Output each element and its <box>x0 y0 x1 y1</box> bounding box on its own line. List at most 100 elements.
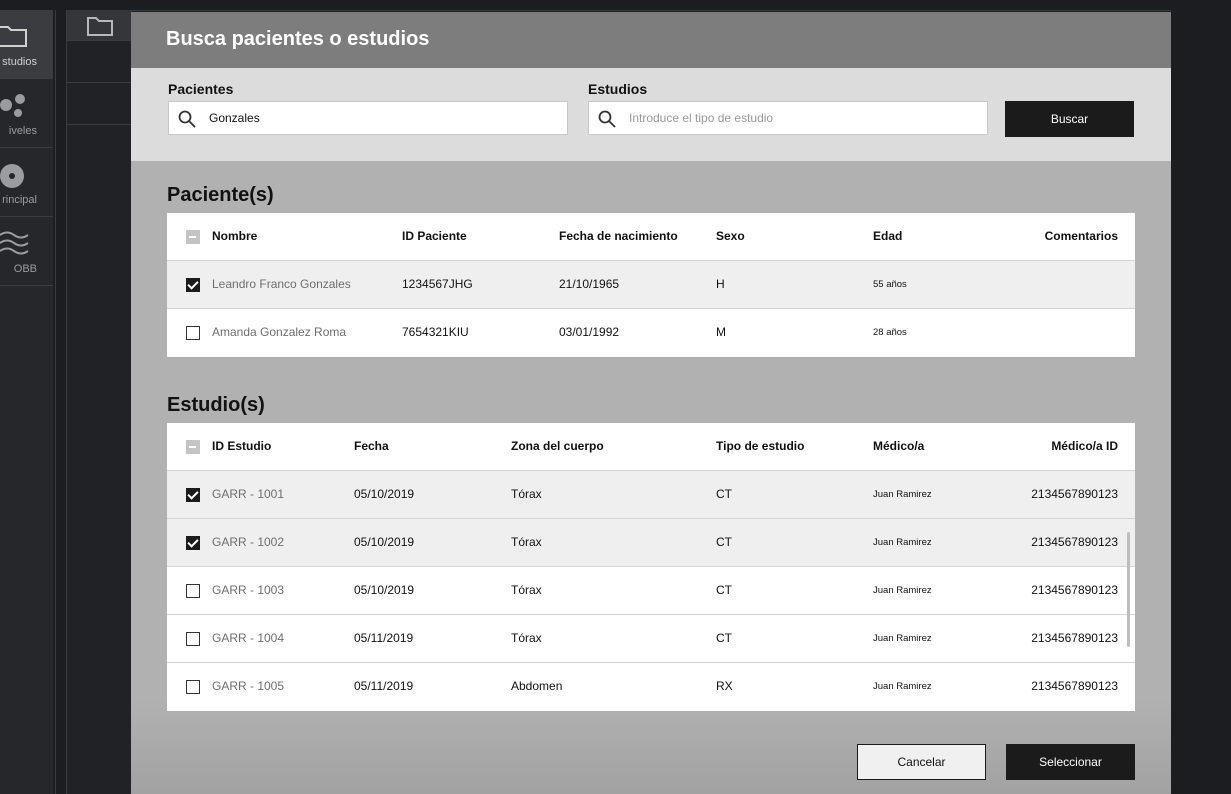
study-id: GARR - 1003 <box>212 583 285 597</box>
patients-label: Pacientes <box>168 81 234 97</box>
table-row[interactable]: GARR - 1002 05/10/2019 Tórax CT Juan Ram… <box>167 519 1135 567</box>
studies-search-box[interactable] <box>588 101 988 135</box>
search-icon <box>598 110 616 128</box>
studies-label: Estudios <box>588 81 648 97</box>
secondary-panel <box>66 10 132 794</box>
rail-item-label: studios <box>2 56 37 68</box>
column-header[interactable]: Médico/a ID <box>967 423 1118 470</box>
patient-name: Amanda Gonzalez Roma <box>212 325 347 339</box>
rail-item-label: iveles <box>8 125 37 137</box>
study-zone: Tórax <box>511 535 542 549</box>
row-checkbox[interactable] <box>186 632 200 646</box>
rail-item-principal[interactable]: rincipal <box>0 148 53 217</box>
patients-search-box[interactable] <box>168 101 568 135</box>
study-zone: Tórax <box>511 631 542 645</box>
divider <box>55 10 56 794</box>
table-row[interactable]: GARR - 1003 05/10/2019 Tórax CT Juan Ram… <box>167 567 1135 615</box>
study-type: RX <box>716 679 733 693</box>
column-header[interactable]: Sexo <box>716 213 745 260</box>
column-header[interactable]: Tipo de estudio <box>716 423 804 470</box>
panel-tab[interactable] <box>67 10 132 40</box>
table-row[interactable]: GARR - 1001 05/10/2019 Tórax CT Juan Ram… <box>167 471 1135 519</box>
column-header[interactable]: Comentarios <box>967 213 1118 260</box>
study-doctor-id: 2134567890123 <box>1031 679 1118 693</box>
rail-item-estudios[interactable]: studios <box>0 10 53 79</box>
waves-icon <box>0 231 29 255</box>
studies-search-input[interactable] <box>629 102 969 134</box>
row-checkbox[interactable] <box>186 536 200 550</box>
study-doctor-id: 2134567890123 <box>1031 583 1118 597</box>
select-button[interactable]: Seleccionar <box>1006 744 1135 780</box>
column-header[interactable]: ID Paciente <box>402 213 467 260</box>
table-row[interactable]: GARR - 1004 05/11/2019 Tórax CT Juan Ram… <box>167 615 1135 663</box>
column-header[interactable]: Edad <box>873 213 902 260</box>
column-header[interactable]: Fecha <box>354 423 389 470</box>
study-type: CT <box>716 631 732 645</box>
study-date: 05/11/2019 <box>354 679 414 693</box>
table-row[interactable]: GARR - 1005 05/11/2019 Abdomen RX Juan R… <box>167 663 1135 711</box>
select-all-checkbox[interactable] <box>186 440 200 454</box>
rail-item-label: rincipal <box>2 194 37 206</box>
study-doctor: Juan Ramirez <box>873 537 932 548</box>
panel-row <box>67 40 132 83</box>
row-checkbox[interactable] <box>186 680 200 694</box>
dots-icon <box>0 94 25 117</box>
search-button[interactable]: Buscar <box>1005 101 1134 137</box>
folder-icon <box>0 26 27 47</box>
study-doctor-id: 2134567890123 <box>1031 535 1118 549</box>
study-zone: Tórax <box>511 583 542 597</box>
studies-scrollbar[interactable] <box>1127 532 1130 647</box>
row-checkbox[interactable] <box>186 488 200 502</box>
table-header: Nombre ID Paciente Fecha de nacimiento S… <box>167 213 1135 261</box>
row-checkbox[interactable] <box>186 584 200 598</box>
study-id: GARR - 1005 <box>212 679 285 693</box>
patients-table: Nombre ID Paciente Fecha de nacimiento S… <box>167 213 1135 357</box>
patients-section-title: Paciente(s) <box>167 184 274 206</box>
studies-table: ID Estudio Fecha Zona del cuerpo Tipo de… <box>167 423 1135 711</box>
table-row[interactable]: Amanda Gonzalez Roma 7654321KIU 03/01/19… <box>167 309 1135 357</box>
column-header[interactable]: Médico/a <box>873 423 924 470</box>
study-date: 05/10/2019 <box>354 583 415 597</box>
column-header[interactable]: ID Estudio <box>212 423 271 470</box>
row-checkbox[interactable] <box>186 278 200 292</box>
study-doctor: Juan Ramirez <box>873 633 932 644</box>
patient-sex: M <box>716 325 726 339</box>
study-id: GARR - 1002 <box>212 535 285 549</box>
patient-sex: H <box>716 277 725 291</box>
table-row[interactable]: Leandro Franco Gonzales 1234567JHG 21/10… <box>167 261 1135 309</box>
search-icon <box>178 110 196 128</box>
study-type: CT <box>716 487 732 501</box>
column-header[interactable]: Fecha de nacimiento <box>559 213 678 260</box>
study-doctor-id: 2134567890123 <box>1031 487 1118 501</box>
rail-item-label: OBB <box>13 263 37 275</box>
patient-name: Leandro Franco Gonzales <box>212 277 351 291</box>
study-doctor: Juan Ramirez <box>873 681 932 692</box>
panel-row <box>67 124 132 167</box>
disc-icon <box>0 164 24 188</box>
search-band: Pacientes Estudios Buscar <box>131 68 1171 161</box>
study-doctor: Juan Ramirez <box>873 489 932 500</box>
rail-item-obb[interactable]: OBB <box>0 217 53 286</box>
divider <box>131 10 1231 11</box>
patient-age: 28 años <box>873 327 907 338</box>
rail-item-niveles[interactable]: iveles <box>0 79 53 148</box>
study-zone: Abdomen <box>511 679 563 693</box>
study-date: 05/10/2019 <box>354 487 415 501</box>
cancel-button[interactable]: Cancelar <box>857 744 986 780</box>
study-type: CT <box>716 535 732 549</box>
patients-search-input[interactable] <box>209 102 549 134</box>
column-header[interactable]: Zona del cuerpo <box>511 423 604 470</box>
study-zone: Tórax <box>511 487 542 501</box>
study-date: 05/11/2019 <box>354 631 414 645</box>
column-header[interactable]: Nombre <box>212 213 257 260</box>
patient-id: 7654321KIU <box>402 325 469 339</box>
table-header: ID Estudio Fecha Zona del cuerpo Tipo de… <box>167 423 1135 471</box>
row-checkbox[interactable] <box>186 326 200 340</box>
folder-icon <box>87 17 113 36</box>
dialog-title: Busca pacientes o estudios <box>166 28 430 50</box>
patient-id: 1234567JHG <box>402 277 473 291</box>
dialog-header: Busca pacientes o estudios <box>131 12 1171 68</box>
select-all-checkbox[interactable] <box>186 230 200 244</box>
study-id: GARR - 1001 <box>212 487 285 501</box>
patient-dob: 03/01/1992 <box>559 325 620 339</box>
